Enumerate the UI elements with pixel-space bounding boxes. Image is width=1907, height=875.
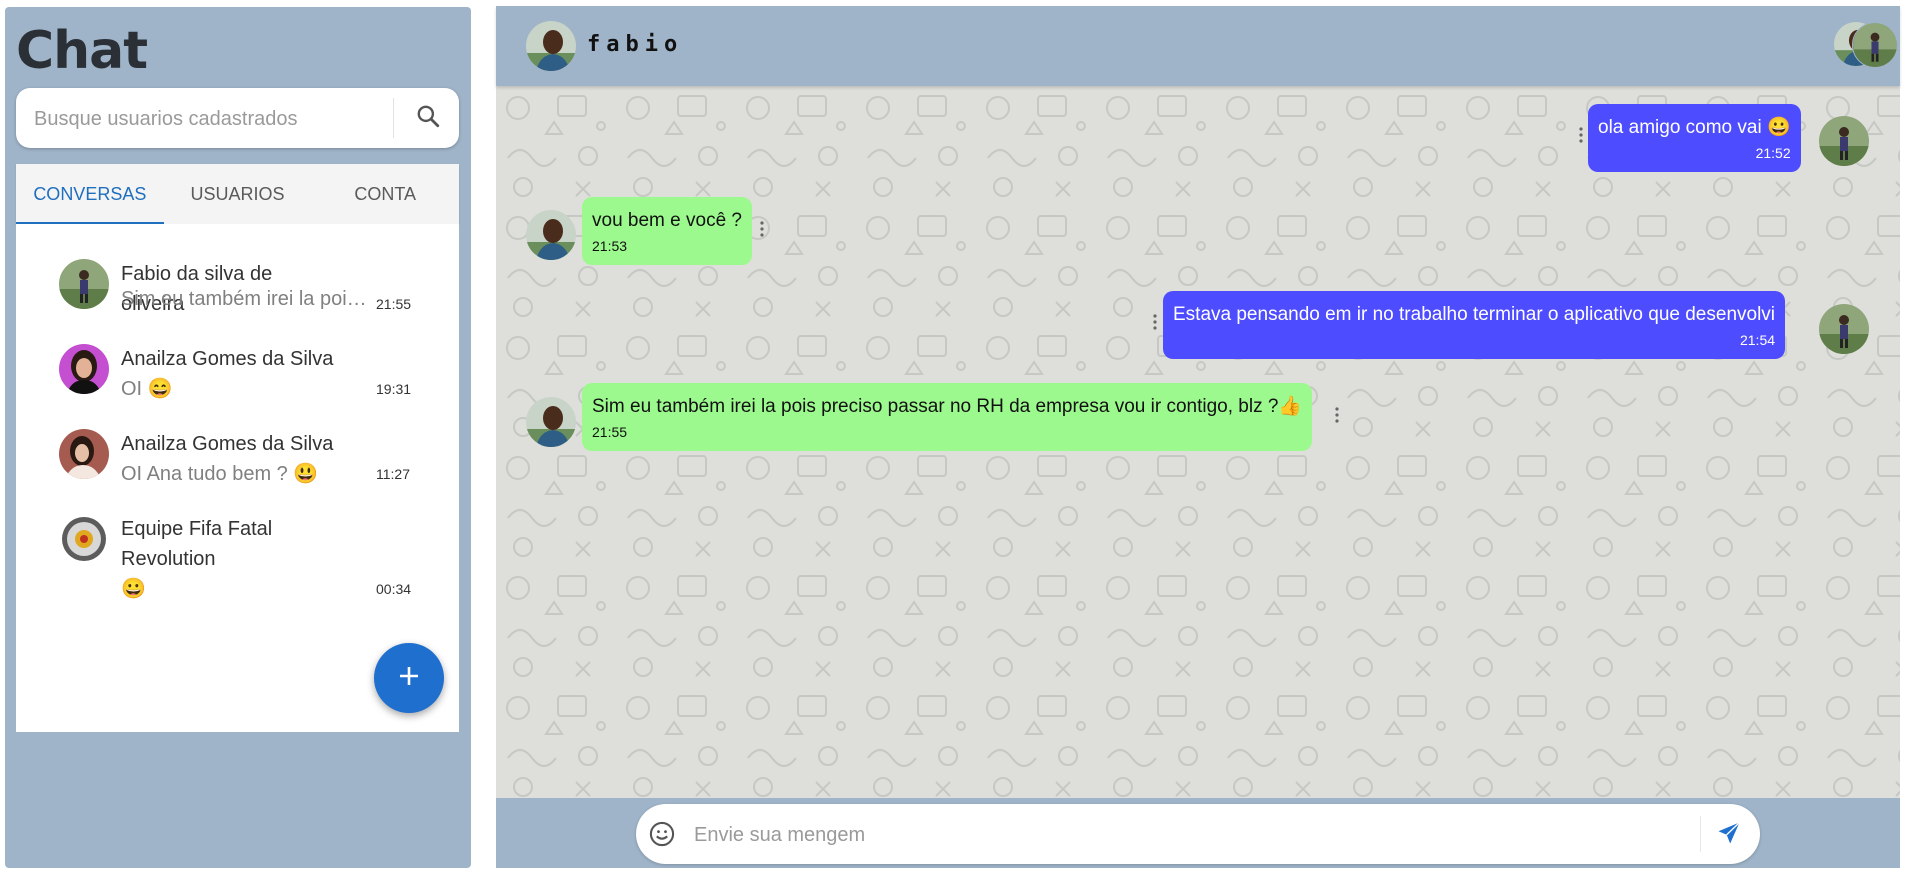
participants-avatars[interactable] xyxy=(1834,22,1898,68)
message-bubble-received[interactable]: vou bem e você ? 21:53 xyxy=(582,197,752,265)
send-button[interactable] xyxy=(1712,818,1746,852)
new-conversation-button[interactable] xyxy=(374,643,444,713)
contact-avatar[interactable] xyxy=(526,21,576,71)
message-time: 21:55 xyxy=(592,424,628,440)
sidebar: Chat CONVERSAS USUARIOS CONTA Fabio da s… xyxy=(5,7,471,868)
message-time: 21:54 xyxy=(1739,332,1776,348)
conversation-time: 19:31 xyxy=(376,381,412,397)
conversation-name: Anailza Gomes da Silva xyxy=(121,348,334,370)
message-bubble-sent[interactable]: Estava pensando em ir no trabalho termin… xyxy=(1163,291,1786,359)
tab-usuarios[interactable]: USUARIOS xyxy=(164,164,312,224)
message-bubble-received[interactable]: Sim eu também irei la pois preciso passa… xyxy=(582,383,1313,451)
message-area: ola amigo como vai 😀 21:52 vou bem e voc… xyxy=(496,86,1900,798)
tab-bar: CONVERSAS USUARIOS CONTA xyxy=(16,164,459,224)
avatar xyxy=(1852,22,1898,68)
plus-icon xyxy=(397,664,421,693)
search-divider xyxy=(393,98,394,138)
tab-conversas[interactable]: CONVERSAS xyxy=(16,164,164,224)
conversation-preview: OI 😄 xyxy=(121,378,173,400)
message-text: vou bem e você ? xyxy=(592,210,742,231)
conversation-name: Equipe Fifa Fatal Revolution xyxy=(121,518,273,570)
conversation-item[interactable]: Anailza Gomes da Silva OI 😄 19:31 xyxy=(16,344,459,404)
message-text: Estava pensando em ir no trabalho termin… xyxy=(1173,304,1776,325)
avatar xyxy=(59,344,109,394)
conversation-time: 21:55 xyxy=(376,296,412,312)
emoji-button[interactable] xyxy=(648,820,676,848)
avatar xyxy=(59,514,109,564)
message-text: Sim eu também irei la pois preciso passa… xyxy=(592,396,1303,417)
conversation-name: Anailza Gomes da Silva xyxy=(121,433,334,455)
conversation-item[interactable]: Equipe Fifa Fatal Revolution 😀 00:34 xyxy=(16,514,459,604)
search-icon xyxy=(415,103,441,134)
chat-header: fabio xyxy=(496,6,1900,86)
send-icon xyxy=(1715,819,1743,852)
conversation-item[interactable]: Fabio da silva de oliveira Sim eu também… xyxy=(16,259,459,319)
conversation-preview: 😀 xyxy=(121,578,146,600)
contact-name: fabio xyxy=(587,32,684,57)
search-input[interactable] xyxy=(32,88,396,150)
conversation-time: 00:34 xyxy=(376,581,412,597)
message-options-icon[interactable] xyxy=(1578,126,1584,144)
tab-conta[interactable]: CONTA xyxy=(311,164,459,224)
conversation-list: Fabio da silva de oliveira Sim eu também… xyxy=(16,224,459,732)
search-button[interactable] xyxy=(408,98,448,138)
message-text: ola amigo como vai 😀 xyxy=(1598,117,1791,138)
avatar xyxy=(526,397,576,447)
message-time: 21:53 xyxy=(592,238,628,254)
avatar xyxy=(59,429,109,479)
search-box xyxy=(16,88,459,150)
avatar xyxy=(1819,304,1869,354)
avatar xyxy=(59,259,109,309)
app-title: Chat xyxy=(16,21,148,81)
emoji-icon xyxy=(648,821,676,852)
composer-divider xyxy=(1700,816,1701,852)
message-options-icon[interactable] xyxy=(759,220,765,238)
conversation-time: 11:27 xyxy=(376,466,410,482)
composer xyxy=(636,804,1760,866)
composer-bar xyxy=(496,798,1900,868)
avatar xyxy=(1819,116,1869,166)
message-options-icon[interactable] xyxy=(1152,313,1158,331)
conversation-preview: Sim eu também irei la pois preciso passa… xyxy=(121,288,371,310)
conversation-item[interactable]: Anailza Gomes da Silva OI Ana tudo bem ?… xyxy=(16,429,459,489)
message-bubble-sent[interactable]: ola amigo como vai 😀 21:52 xyxy=(1588,104,1801,172)
chat-panel: fabio ola amigo como vai 😀 21:52 vou bem… xyxy=(496,6,1900,868)
avatar xyxy=(526,210,576,260)
conversation-preview: OI Ana tudo bem ? 😃 xyxy=(121,463,319,485)
message-input[interactable] xyxy=(692,804,1696,866)
message-time: 21:52 xyxy=(1755,145,1791,161)
message-options-icon[interactable] xyxy=(1334,406,1340,424)
